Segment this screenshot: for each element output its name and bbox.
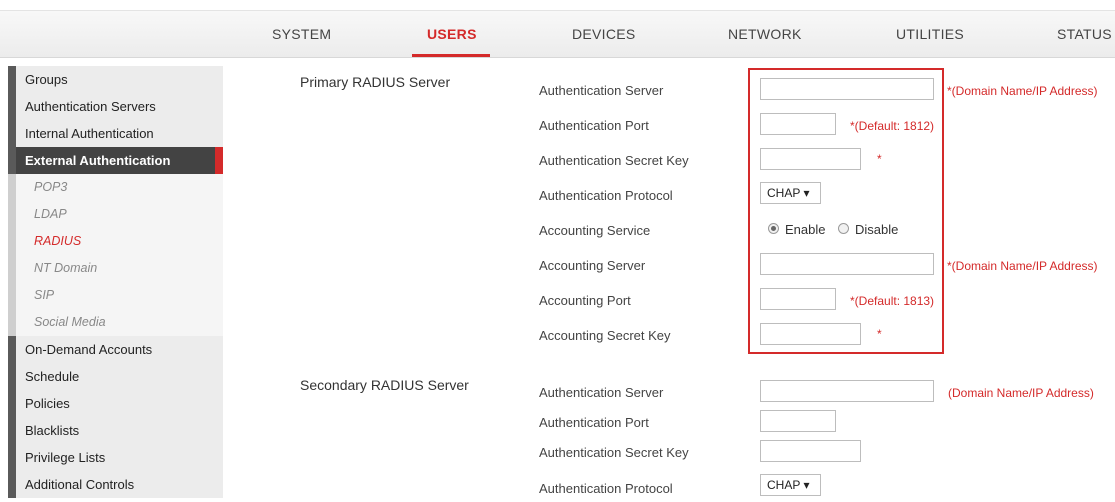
top-strip <box>0 0 1115 11</box>
sidebar-subitem-sip[interactable]: SIP <box>8 282 223 309</box>
primary-acct-server-label: Accounting Server <box>539 258 646 273</box>
primary-auth-server-label: Authentication Server <box>539 83 664 98</box>
accounting-enable-label: Enable <box>785 222 826 237</box>
sidebar-subitem-radius[interactable]: RADIUS <box>8 228 223 255</box>
tab-network[interactable]: NETWORK <box>728 11 802 57</box>
sidebar-item-groups[interactable]: Groups <box>8 66 223 93</box>
sidebar-item-additional-controls[interactable]: Additional Controls <box>8 471 223 498</box>
primary-acct-server-input[interactable] <box>760 253 934 275</box>
sidebar-item-external-authentication[interactable]: External Authentication <box>8 147 223 174</box>
accounting-disable-radio[interactable] <box>838 223 849 234</box>
primary-auth-protocol-select[interactable]: CHAP ▾ <box>760 182 821 204</box>
secondary-auth-port-label: Authentication Port <box>539 415 649 430</box>
sidebar-item-on-demand-accounts[interactable]: On-Demand Accounts <box>8 336 223 363</box>
primary-auth-port-input[interactable] <box>760 113 836 135</box>
primary-acct-server-note: *(Domain Name/IP Address) <box>947 259 1098 273</box>
sidebar-item-blacklists[interactable]: Blacklists <box>8 417 223 444</box>
primary-acct-secret-required: * <box>877 327 882 341</box>
sidebar-item-schedule[interactable]: Schedule <box>8 363 223 390</box>
tab-utilities[interactable]: UTILITIES <box>896 11 964 57</box>
primary-auth-secret-label: Authentication Secret Key <box>539 153 689 168</box>
secondary-auth-secret-input[interactable] <box>760 440 861 462</box>
sidebar-item-privilege-lists[interactable]: Privilege Lists <box>8 444 223 471</box>
sidebar-subitem-nt-domain[interactable]: NT Domain <box>8 255 223 282</box>
primary-acct-port-note: *(Default: 1813) <box>850 294 935 308</box>
primary-acct-secret-label: Accounting Secret Key <box>539 328 671 343</box>
primary-auth-secret-required: * <box>877 152 882 166</box>
sidebar: Groups Authentication Servers Internal A… <box>8 66 223 502</box>
tab-system[interactable]: SYSTEM <box>272 11 331 57</box>
secondary-auth-secret-label: Authentication Secret Key <box>539 445 689 460</box>
sidebar-item-authentication-servers[interactable]: Authentication Servers <box>8 93 223 120</box>
sidebar-item-policies[interactable]: Policies <box>8 390 223 417</box>
primary-auth-port-note: *(Default: 1812) <box>850 119 935 133</box>
active-tab-indicator <box>412 54 490 57</box>
secondary-auth-server-label: Authentication Server <box>539 385 664 400</box>
tab-users[interactable]: USERS <box>427 11 477 57</box>
top-navigation: SYSTEM USERS DEVICES NETWORK UTILITIES S… <box>0 11 1115 58</box>
secondary-auth-server-note: (Domain Name/IP Address) <box>948 386 1094 400</box>
secondary-server-title: Secondary RADIUS Server <box>300 377 469 393</box>
primary-accounting-service-label: Accounting Service <box>539 223 651 238</box>
secondary-auth-port-input[interactable] <box>760 410 836 432</box>
accounting-enable-radio[interactable] <box>768 223 779 234</box>
primary-auth-port-label: Authentication Port <box>539 118 649 133</box>
highlight-box <box>748 68 944 354</box>
primary-server-title: Primary RADIUS Server <box>300 74 451 90</box>
tab-status[interactable]: STATUS <box>1057 11 1112 57</box>
primary-acct-port-label: Accounting Port <box>539 293 631 308</box>
primary-auth-secret-input[interactable] <box>760 148 861 170</box>
sidebar-subitem-ldap[interactable]: LDAP <box>8 201 223 228</box>
sidebar-item-internal-authentication[interactable]: Internal Authentication <box>8 120 223 147</box>
sidebar-subitem-pop3[interactable]: POP3 <box>8 174 223 201</box>
primary-auth-protocol-label: Authentication Protocol <box>539 188 673 203</box>
primary-auth-server-input[interactable] <box>760 78 934 100</box>
accounting-disable-label: Disable <box>855 222 899 237</box>
tab-devices[interactable]: DEVICES <box>572 11 636 57</box>
primary-auth-server-note: *(Domain Name/IP Address) <box>947 84 1098 98</box>
secondary-auth-server-input[interactable] <box>760 380 934 402</box>
primary-acct-port-input[interactable] <box>760 288 836 310</box>
primary-acct-secret-input[interactable] <box>760 323 861 345</box>
secondary-auth-protocol-select[interactable]: CHAP ▾ <box>760 474 821 496</box>
sidebar-subitem-social-media[interactable]: Social Media <box>8 309 223 336</box>
secondary-auth-protocol-label: Authentication Protocol <box>539 481 673 496</box>
